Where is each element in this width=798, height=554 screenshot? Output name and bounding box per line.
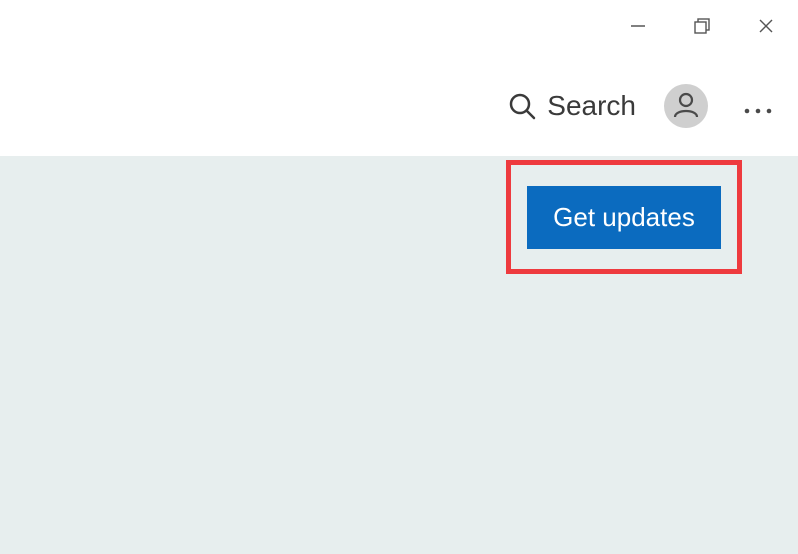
ellipsis-icon [743, 91, 773, 122]
person-icon [671, 89, 701, 124]
close-button[interactable] [734, 0, 798, 56]
content-area: Get updates [0, 156, 798, 554]
maximize-button[interactable] [670, 0, 734, 56]
maximize-icon [693, 17, 711, 40]
search-icon [507, 91, 537, 121]
account-button[interactable] [664, 84, 708, 128]
window-titlebar [0, 0, 798, 56]
minimize-button[interactable] [606, 0, 670, 56]
highlight-annotation: Get updates [506, 160, 742, 274]
search-label: Search [547, 90, 636, 122]
search-button[interactable]: Search [507, 90, 636, 122]
app-toolbar: Search [0, 56, 798, 156]
minimize-icon [629, 17, 647, 40]
get-updates-button[interactable]: Get updates [527, 186, 721, 249]
close-icon [757, 17, 775, 40]
more-button[interactable] [736, 91, 780, 122]
